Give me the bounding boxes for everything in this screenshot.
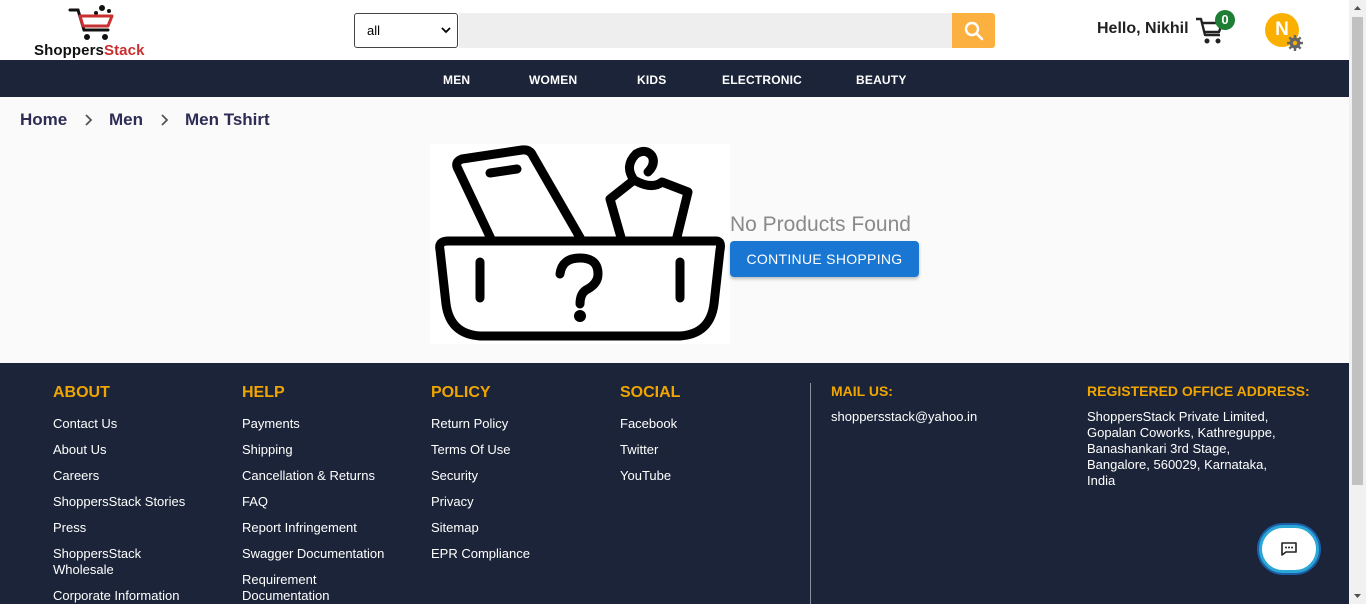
logo-text: ShoppersStack bbox=[34, 42, 145, 59]
footer-office-line: Banashankari 3rd Stage, bbox=[1087, 441, 1231, 456]
nav-item-electronic[interactable]: ELECTRONIC bbox=[722, 73, 802, 87]
footer-about-title: ABOUT bbox=[53, 384, 110, 401]
no-products-message: No Products Found bbox=[730, 213, 911, 236]
nav-item-beauty[interactable]: BEAUTY bbox=[856, 73, 907, 87]
footer-policy-title: POLICY bbox=[431, 384, 491, 401]
footer-link-terms-of-use[interactable]: Terms Of Use bbox=[431, 442, 510, 458]
scrollbar-thumb[interactable] bbox=[1352, 17, 1363, 485]
search-icon bbox=[964, 21, 983, 40]
footer-link-press[interactable]: Press bbox=[53, 520, 86, 536]
chevron-down-icon bbox=[441, 27, 451, 34]
footer-link-security[interactable]: Security bbox=[431, 468, 478, 484]
cart-count-badge: 0 bbox=[1215, 10, 1235, 30]
footer-social-title: SOCIAL bbox=[620, 384, 681, 401]
chevron-right-icon bbox=[85, 114, 93, 126]
header: ShoppersStack all Hello, Nikhil 0 N bbox=[0, 0, 1349, 60]
breadcrumb-men[interactable]: Men bbox=[109, 110, 143, 130]
footer-link-swagger-documentation[interactable]: Swagger Documentation bbox=[242, 546, 384, 562]
nav-item-men[interactable]: MEN bbox=[443, 73, 470, 87]
category-select-value: all bbox=[367, 23, 381, 38]
chat-icon bbox=[1281, 542, 1297, 556]
footer-link-cancellation-returns[interactable]: Cancellation & Returns bbox=[242, 468, 375, 484]
footer-link-corporate-information[interactable]: Corporate Information bbox=[53, 588, 179, 604]
footer-office-title: REGISTERED OFFICE ADDRESS: bbox=[1087, 383, 1310, 399]
footer-mail-email[interactable]: shoppersstack@yahoo.in bbox=[831, 409, 977, 425]
search-input[interactable] bbox=[459, 13, 952, 48]
footer-link-return-policy[interactable]: Return Policy bbox=[431, 416, 508, 432]
footer-link-facebook[interactable]: Facebook bbox=[620, 416, 677, 432]
footer-link-epr-compliance[interactable]: EPR Compliance bbox=[431, 546, 530, 562]
footer-office-line: Gopalan Coworks, Kathreguppe, bbox=[1087, 425, 1276, 440]
chat-button[interactable] bbox=[1259, 525, 1319, 573]
chevron-right-icon bbox=[161, 114, 169, 126]
footer-office-line: ShoppersStack Private Limited, bbox=[1087, 409, 1269, 424]
footer-link-careers[interactable]: Careers bbox=[53, 468, 99, 484]
footer-divider bbox=[810, 383, 811, 604]
footer-link-shipping[interactable]: Shipping bbox=[242, 442, 293, 458]
footer-mail-title: MAIL US: bbox=[831, 383, 893, 399]
footer-link-sitemap[interactable]: Sitemap bbox=[431, 520, 479, 536]
category-select[interactable]: all bbox=[354, 13, 458, 48]
footer-link-report-infringement[interactable]: Report Infringement bbox=[242, 520, 357, 536]
footer-link-youtube[interactable]: YouTube bbox=[620, 468, 671, 484]
category-nav: MEN WOMEN KIDS ELECTRONIC BEAUTY bbox=[0, 60, 1349, 97]
footer-link-twitter[interactable]: Twitter bbox=[620, 442, 658, 458]
footer-help-title: HELP bbox=[242, 384, 285, 401]
scroll-up-arrow-icon[interactable] bbox=[1349, 0, 1366, 17]
footer-link-requirement-documentation[interactable]: Requirement Documentation bbox=[242, 572, 362, 604]
gear-icon[interactable] bbox=[1286, 34, 1304, 52]
empty-box-icon bbox=[430, 144, 730, 344]
user-greeting: Hello, Nikhil bbox=[1097, 20, 1189, 37]
footer-link-payments[interactable]: Payments bbox=[242, 416, 300, 432]
nav-item-kids[interactable]: KIDS bbox=[637, 73, 666, 87]
search-button[interactable] bbox=[952, 13, 995, 48]
scrollbar[interactable] bbox=[1349, 0, 1366, 604]
footer-link-wholesale[interactable]: ShoppersStack Wholesale bbox=[53, 546, 173, 578]
footer-link-stories[interactable]: ShoppersStack Stories bbox=[53, 494, 185, 510]
footer-link-contact-us[interactable]: Contact Us bbox=[53, 416, 117, 432]
shopping-cart-logo-icon bbox=[68, 5, 114, 40]
footer-office-line: Bangalore, 560029, Karnataka, bbox=[1087, 457, 1267, 472]
breadcrumb-men-tshirt: Men Tshirt bbox=[185, 110, 270, 129]
logo[interactable]: ShoppersStack bbox=[30, 4, 165, 59]
footer: ABOUT Contact Us About Us Careers Shoppe… bbox=[0, 363, 1349, 604]
footer-link-privacy[interactable]: Privacy bbox=[431, 494, 474, 510]
continue-shopping-button[interactable]: CONTINUE SHOPPING bbox=[730, 241, 919, 277]
breadcrumb-home[interactable]: Home bbox=[20, 110, 67, 130]
nav-item-women[interactable]: WOMEN bbox=[529, 73, 577, 87]
footer-link-faq[interactable]: FAQ bbox=[242, 494, 268, 510]
footer-office-line: India bbox=[1087, 473, 1116, 488]
scroll-down-arrow-icon[interactable] bbox=[1349, 587, 1366, 604]
footer-link-about-us[interactable]: About Us bbox=[53, 442, 106, 458]
